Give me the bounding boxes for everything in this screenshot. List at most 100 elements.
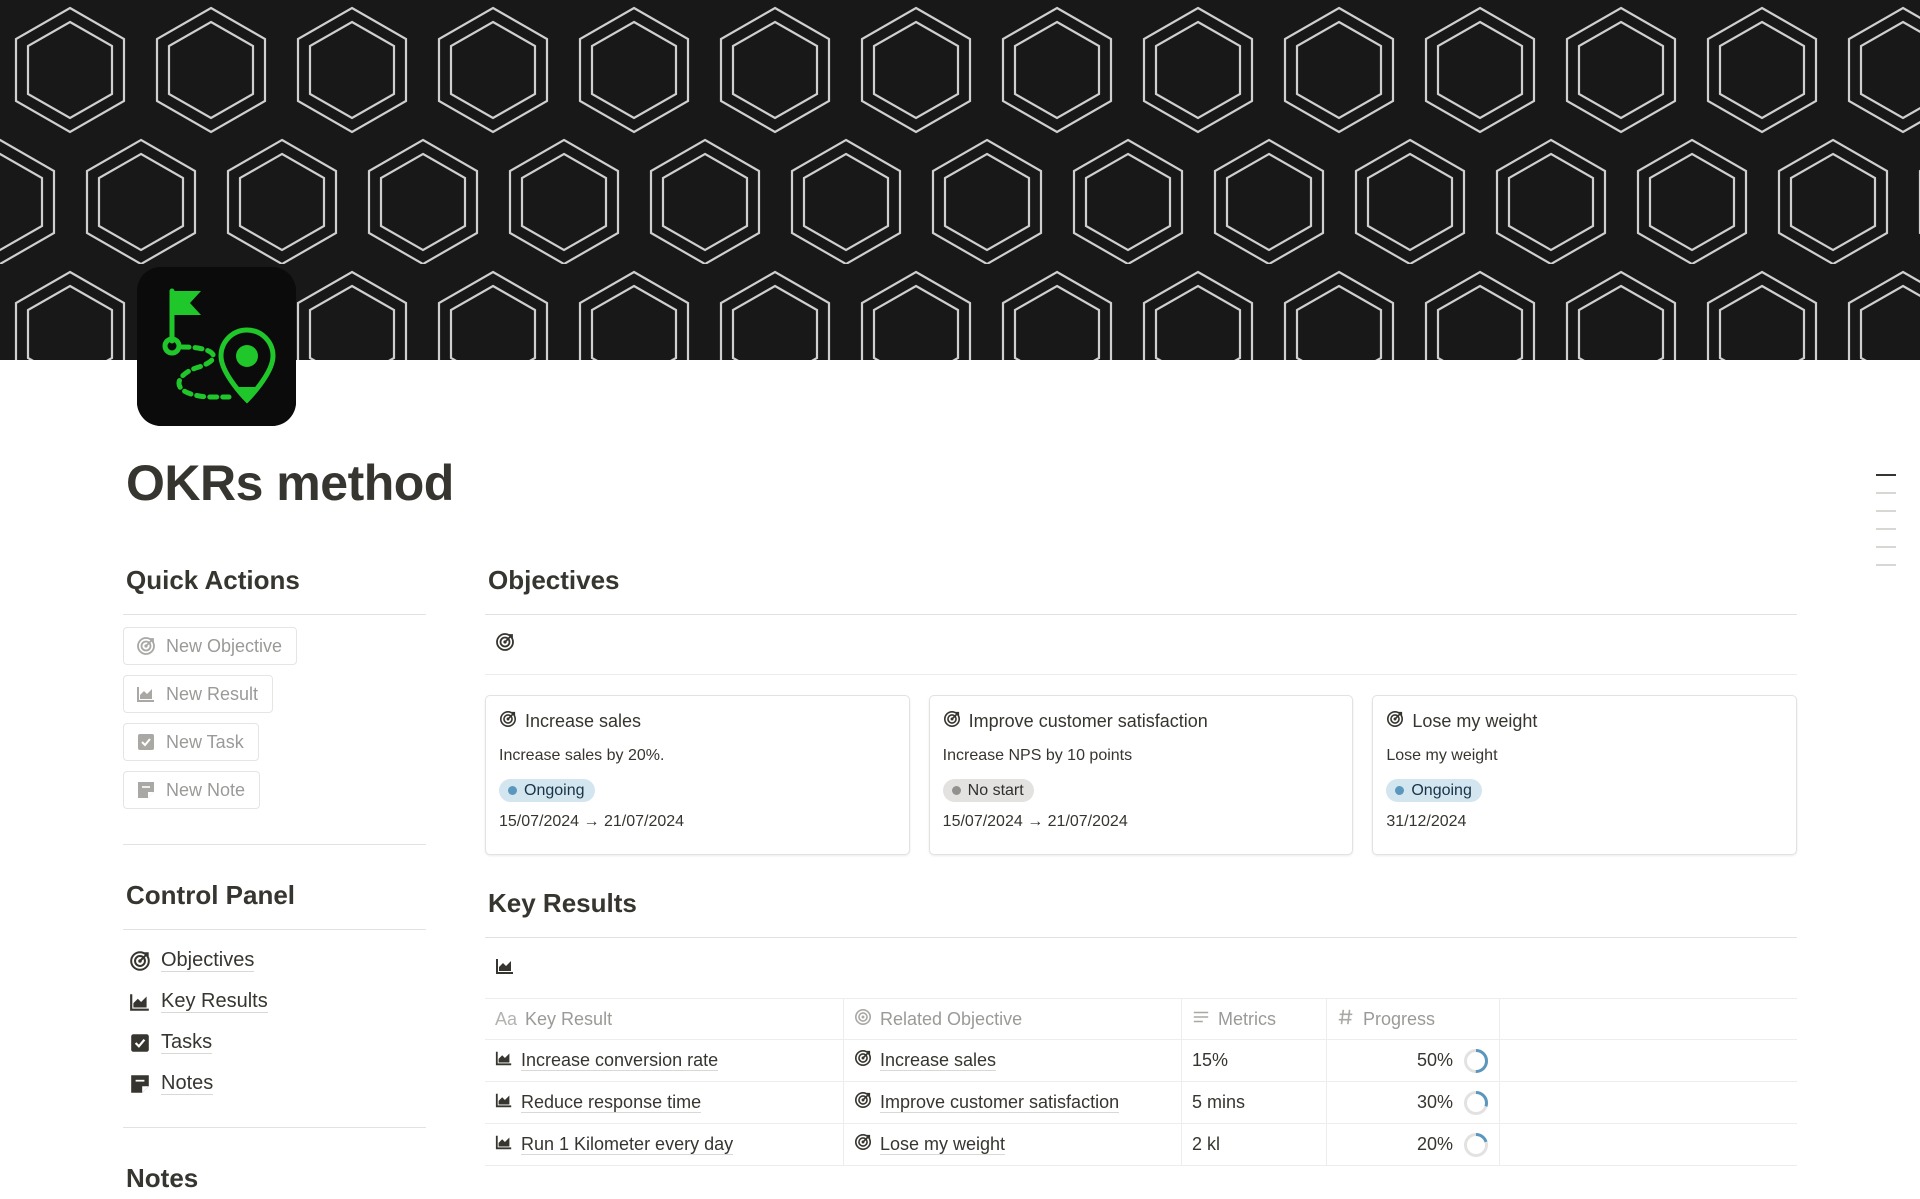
target-icon [129,950,151,972]
table-row[interactable]: Increase conversion rate Increase sales … [485,1040,1797,1082]
status-label: Ongoing [524,781,585,799]
control-panel-objectives-link[interactable]: Objectives [123,940,426,981]
key-result-title[interactable]: Increase conversion rate [521,1050,719,1071]
toc-line[interactable] [1876,492,1896,494]
control-panel-tasks-link[interactable]: Tasks [123,1022,426,1063]
status-dot [508,786,517,795]
cell-metrics: 5 mins [1182,1082,1327,1123]
table-of-contents[interactable] [1876,474,1896,582]
quick-actions-list: New Objective New Result New Task New No… [123,615,426,831]
card-title: Lose my weight [1412,710,1538,731]
notes-heading: Notes [126,1163,199,1193]
route-flag-pin-icon [137,267,296,426]
status-label: Ongoing [1411,781,1472,799]
column-header-related-objective[interactable]: Related Objective [844,999,1182,1039]
link-label: Objectives [161,949,255,972]
progress-ring-icon [1464,1048,1488,1073]
target-icon [499,710,517,733]
column-header-metrics[interactable]: Metrics [1182,999,1327,1039]
control-panel-list: Objectives Key Results Tasks Notes [123,930,426,1114]
column-label: Key Result [525,1008,613,1029]
toc-line[interactable] [1876,564,1896,566]
objective-card[interactable]: Increase sales Increase sales by 20%. On… [485,695,910,855]
target-icon [854,1133,872,1156]
card-title: Increase sales [525,710,642,731]
cell-metrics: 2 kl [1182,1124,1327,1165]
target-icon[interactable] [495,632,515,657]
chart-icon[interactable] [495,956,515,981]
column-label: Related Objective [880,1008,1023,1029]
objective-card[interactable]: Improve customer satisfaction Increase N… [928,695,1354,855]
new-objective-button[interactable]: New Objective [123,627,298,665]
related-objective-link[interactable]: Improve customer satisfaction [880,1092,1120,1113]
note-icon [129,1073,151,1095]
toc-line[interactable] [1876,474,1896,476]
objectives-view-bar [485,615,1797,675]
new-note-button[interactable]: New Note [123,771,261,809]
number-hash-icon [1337,1008,1355,1031]
progress-ring-icon [1464,1132,1488,1157]
chart-icon [129,991,151,1013]
related-objective-link[interactable]: Increase sales [880,1050,997,1071]
cell-empty [1500,1082,1797,1123]
link-label: Tasks [161,1031,213,1054]
new-task-button[interactable]: New Task [123,723,259,761]
key-result-title[interactable]: Reduce response time [521,1092,702,1113]
column-header-empty [1500,999,1797,1039]
page-icon[interactable] [137,267,296,426]
cell-key-result: Increase conversion rate [485,1040,844,1081]
progress-value: 20% [1416,1134,1453,1154]
related-objective-link[interactable]: Lose my weight [880,1134,1006,1155]
page-title[interactable]: OKRs method [126,454,454,512]
column-header-key-result[interactable]: Aa Key Result [485,999,844,1039]
target-icon [854,1049,872,1072]
card-date: 15/07/2024 → 21/07/2024 [942,813,1128,830]
table-row[interactable]: Run 1 Kilometer every day Lose my weight… [485,1124,1797,1166]
link-label: Notes [161,1072,214,1095]
quick-actions-heading: Quick Actions [126,565,300,595]
key-result-title[interactable]: Run 1 Kilometer every day [521,1134,734,1155]
metrics-value: 5 mins [1192,1092,1246,1112]
status-label: No start [967,781,1024,799]
button-label: New Objective [166,635,283,656]
chart-icon [495,1133,513,1156]
key-results-table: Aa Key Result Related Objective Metrics … [485,998,1797,1166]
card-description: Increase NPS by 10 points [942,747,1133,764]
cell-metrics: 15% [1182,1040,1327,1081]
control-panel-notes-link[interactable]: Notes [123,1063,426,1104]
button-label: New Result [166,683,259,704]
table-row[interactable]: Reduce response time Improve customer sa… [485,1082,1797,1124]
new-result-button[interactable]: New Result [123,675,274,713]
status-badge: Ongoing [1386,779,1482,802]
cell-progress: 30% [1327,1082,1500,1123]
link-label: Key Results [161,990,268,1013]
metrics-value: 15% [1192,1050,1229,1070]
relation-icon [854,1008,872,1031]
progress-value: 50% [1416,1050,1453,1070]
card-date: 31/12/2024 [1386,813,1467,830]
column-header-progress[interactable]: Progress [1327,999,1500,1039]
cell-progress: 50% [1327,1040,1500,1081]
card-title: Improve customer satisfaction [968,710,1208,731]
cell-related-objective: Increase sales [844,1040,1182,1081]
column-label: Metrics [1218,1008,1276,1029]
button-label: New Task [166,731,244,752]
toc-line[interactable] [1876,528,1896,530]
text-type-icon: Aa [495,1008,518,1029]
objective-card[interactable]: Lose my weight Lose my weight Ongoing 31… [1372,695,1798,855]
checkbox-icon [129,1032,151,1054]
toc-line[interactable] [1876,510,1896,512]
key-results-view-bar [485,938,1797,998]
cell-progress: 20% [1327,1124,1500,1165]
cell-empty [1500,1124,1797,1165]
status-badge: Ongoing [499,779,595,802]
note-icon [136,780,156,800]
chart-icon [495,1091,513,1114]
card-description: Lose my weight [1386,747,1498,764]
control-panel-key-results-link[interactable]: Key Results [123,981,426,1022]
cell-related-objective: Improve customer satisfaction [844,1082,1182,1123]
status-dot [1395,786,1405,795]
card-date: 15/07/2024 → 21/07/2024 [499,813,685,830]
progress-ring-icon [1464,1090,1488,1115]
toc-line[interactable] [1876,546,1896,548]
